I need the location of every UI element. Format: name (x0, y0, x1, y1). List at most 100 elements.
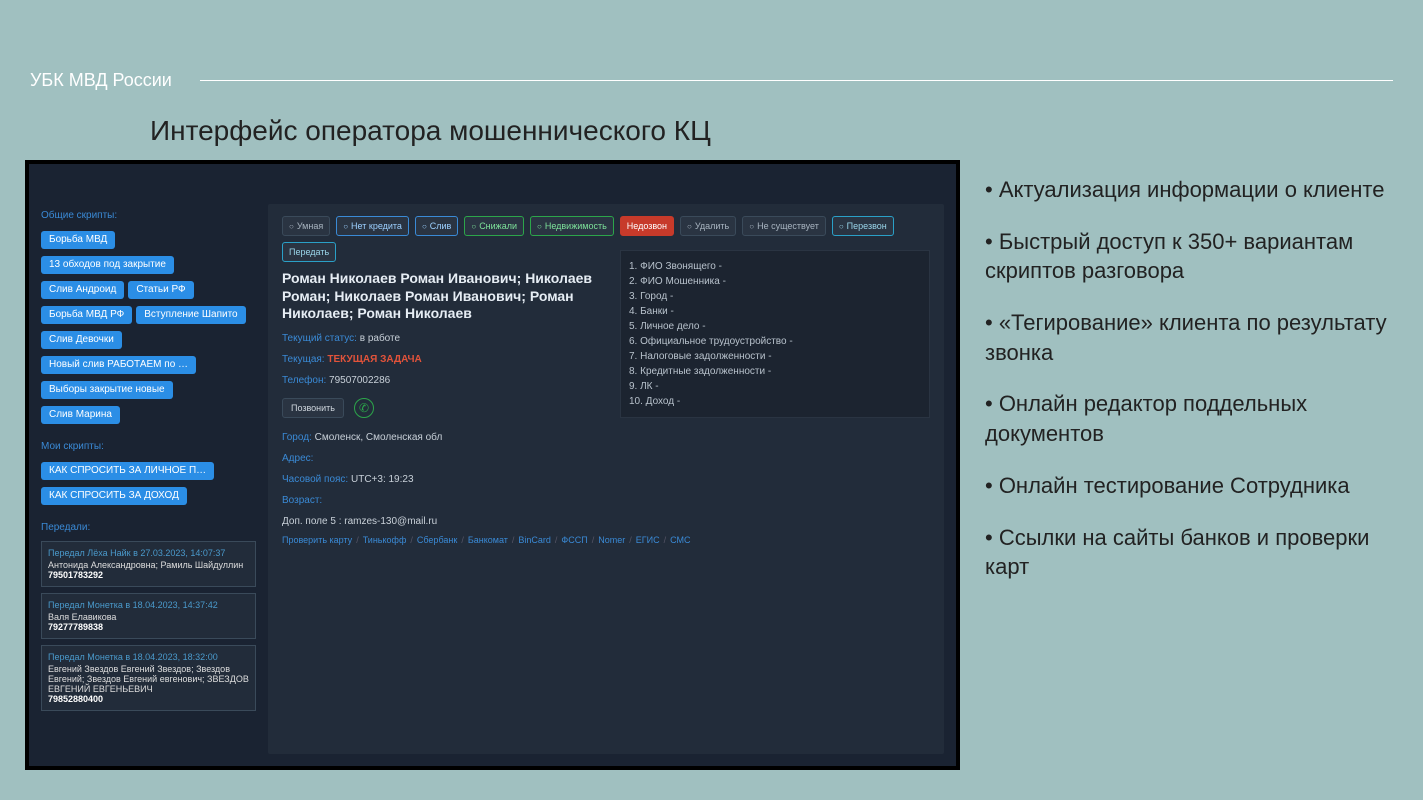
tag-button[interactable]: ○Перезвон (832, 216, 894, 236)
script-chip[interactable]: Слив Андроид (41, 281, 124, 299)
external-link[interactable]: Проверить карту (282, 535, 352, 545)
checklist-item: 1. ФИО Звонящего - (629, 259, 921, 274)
tag-button-label: Удалить (695, 221, 729, 231)
age-row: Возраст: (282, 495, 930, 506)
external-link[interactable]: BinCard (518, 535, 551, 545)
app-screenshot: Общие скрипты: Борьба МВД 13 обходов под … (25, 160, 960, 770)
link-separator: / (512, 535, 515, 545)
extra-field-row: Доп. поле 5 : ramzes-130@mail.ru (282, 516, 930, 527)
transfer-phone: 79277789838 (48, 622, 249, 632)
slide-bullet: • Онлайн тестирование Сотрудника (985, 471, 1393, 501)
checklist-item: 3. Город - (629, 289, 921, 304)
slide-bullet: • Быстрый доступ к 350+ вариантам скрипт… (985, 227, 1393, 286)
script-chip[interactable]: КАК СПРОСИТЬ ЗА ДОХОД (41, 487, 187, 505)
tag-button-label: Снижали (479, 221, 517, 231)
script-chip[interactable]: Вступление Шапито (136, 306, 245, 324)
transfer-head: Передал Монетка в 18.04.2023, 18:32:00 (48, 652, 249, 662)
slide-bullets: • Актуализация информации о клиенте • Быс… (985, 175, 1393, 604)
city-row: Город: Смоленск, Смоленская обл (282, 432, 930, 443)
transfer-phone: 79852880400 (48, 694, 249, 704)
checklist-item: 7. Налоговые задолженности - (629, 349, 921, 364)
status-dot-icon: ○ (687, 222, 692, 231)
status-dot-icon: ○ (537, 222, 542, 231)
script-chip[interactable]: Борьба МВД (41, 231, 115, 249)
external-link[interactable]: Тинькофф (363, 535, 407, 545)
tag-button[interactable]: Недозвон (620, 216, 674, 236)
tag-button[interactable]: ○Не существует (742, 216, 826, 236)
call-button[interactable]: Позвонить (282, 398, 344, 418)
transfer-body: Антонида Александровна; Рамиль Шайдуллин (48, 560, 249, 570)
script-chip[interactable]: Статьи РФ (128, 281, 193, 299)
tag-button-label: Недозвон (627, 221, 667, 231)
transfer-head: Передал Лёха Найк в 27.03.2023, 14:07:37 (48, 548, 249, 558)
script-chip[interactable]: Выборы закрытие новые (41, 381, 173, 399)
status-dot-icon: ○ (471, 222, 476, 231)
scripts-sidebar: Общие скрипты: Борьба МВД 13 обходов под … (41, 204, 256, 754)
slide-title: Интерфейс оператора мошеннического КЦ (150, 115, 711, 147)
checklist-item: 4. Банки - (629, 304, 921, 319)
transfer-card[interactable]: Передал Лёха Найк в 27.03.2023, 14:07:37… (41, 541, 256, 587)
external-link[interactable]: Банкомат (468, 535, 508, 545)
status-dot-icon: ○ (289, 222, 294, 231)
transfer-card[interactable]: Передал Монетка в 18.04.2023, 18:32:00 Ев… (41, 645, 256, 711)
tag-button-label: Нет кредита (351, 221, 402, 231)
status-dot-icon: ○ (422, 222, 427, 231)
slide-bullet: • «Тегирование» клиента по результату зв… (985, 308, 1393, 367)
checklist-item: 10. Доход - (629, 394, 921, 409)
link-separator: / (410, 535, 413, 545)
slide-agency-header: УБК МВД России (30, 70, 172, 91)
tag-button[interactable]: ○Умная (282, 216, 330, 236)
external-links-row: Проверить карту/Тинькофф/Сбербанк/Банком… (282, 535, 930, 545)
tag-button-label: Недвижимость (545, 221, 607, 231)
shared-scripts-label: Общие скрипты: (41, 210, 256, 221)
link-separator: / (629, 535, 632, 545)
checklist-item: 9. ЛК - (629, 379, 921, 394)
external-link[interactable]: Сбербанк (417, 535, 457, 545)
tag-button-label: Не существует (757, 221, 819, 231)
script-chip[interactable]: 13 обходов под закрытие (41, 256, 174, 274)
status-dot-icon: ○ (343, 222, 348, 231)
transfer-body: Валя Елавикова (48, 612, 249, 622)
script-chip[interactable]: Слив Марина (41, 406, 120, 424)
tag-button[interactable]: ○Слив (415, 216, 458, 236)
transfer-phone: 79501783292 (48, 570, 249, 580)
external-link[interactable]: СМС (670, 535, 690, 545)
tag-button[interactable]: ○Удалить (680, 216, 736, 236)
tag-button[interactable]: ○Нет кредита (336, 216, 409, 236)
transfer-head: Передал Монетка в 18.04.2023, 14:37:42 (48, 600, 249, 610)
external-link[interactable]: ФССП (561, 535, 587, 545)
transfer-body: Евгений Звездов Евгений Звездов; Звездов… (48, 664, 249, 694)
whatsapp-icon[interactable]: ✆ (354, 398, 374, 418)
script-chip[interactable]: Новый слив РАБОТАЕМ по … (41, 356, 196, 374)
script-chip[interactable]: Слив Девочки (41, 331, 122, 349)
operator-app: Общие скрипты: Борьба МВД 13 обходов под … (29, 164, 956, 766)
tag-button[interactable]: Передать (282, 242, 336, 262)
script-chip[interactable]: КАК СПРОСИТЬ ЗА ЛИЧНОЕ П… (41, 462, 214, 480)
link-separator: / (555, 535, 558, 545)
transfer-card[interactable]: Передал Монетка в 18.04.2023, 14:37:42 Ва… (41, 593, 256, 639)
client-name: Роман Николаев Роман Иванович; Николаев … (282, 270, 612, 323)
external-link[interactable]: ЕГИС (636, 535, 660, 545)
tag-button-label: Слив (430, 221, 452, 231)
tag-button-label: Передать (289, 247, 329, 257)
checklist-item: 2. ФИО Мошенника - (629, 274, 921, 289)
my-scripts-list: КАК СПРОСИТЬ ЗА ЛИЧНОЕ П… КАК СПРОСИТЬ ЗА… (41, 460, 256, 510)
link-separator: / (461, 535, 464, 545)
slide-bullet: • Онлайн редактор поддельных документов (985, 389, 1393, 448)
tag-button[interactable]: ○Недвижимость (530, 216, 614, 236)
slide-bullet: • Актуализация информации о клиенте (985, 175, 1393, 205)
external-link[interactable]: Nomer (598, 535, 625, 545)
my-scripts-label: Мои скрипты: (41, 441, 256, 452)
header-divider (200, 80, 1393, 81)
status-dot-icon: ○ (839, 222, 844, 231)
status-dot-icon: ○ (749, 222, 754, 231)
transfers-label: Передали: (41, 522, 256, 533)
link-separator: / (592, 535, 595, 545)
script-chip[interactable]: Борьба МВД РФ (41, 306, 132, 324)
checklist-item: 5. Личное дело - (629, 319, 921, 334)
shared-scripts-list: Борьба МВД 13 обходов под закрытие Слив Ан… (41, 229, 256, 429)
timezone-row: Часовой пояс: UTC+3: 19:23 (282, 474, 930, 485)
tag-button[interactable]: ○Снижали (464, 216, 524, 236)
link-separator: / (664, 535, 667, 545)
link-separator: / (356, 535, 359, 545)
